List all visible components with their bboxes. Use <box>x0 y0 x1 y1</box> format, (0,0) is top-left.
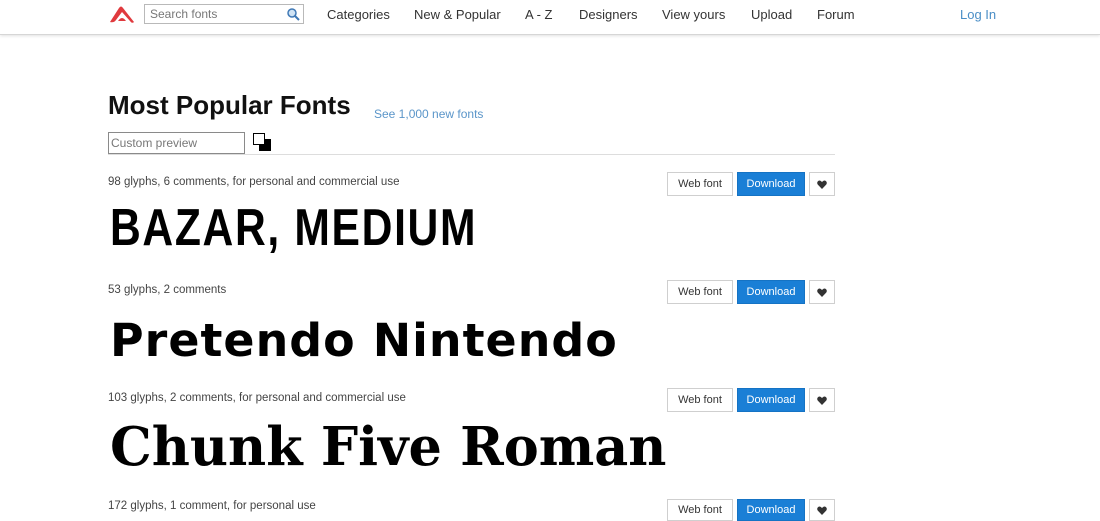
web-font-button[interactable]: Web font <box>667 499 733 521</box>
font-row: 103 glyphs, 2 comments, for personal and… <box>108 388 835 500</box>
heart-icon <box>817 506 827 515</box>
nav-view-yours[interactable]: View yours <box>662 7 725 22</box>
new-fonts-link[interactable]: See 1,000 new fonts <box>374 107 483 121</box>
download-button[interactable]: Download <box>737 172 805 196</box>
favorite-button[interactable] <box>809 172 835 196</box>
web-font-button[interactable]: Web font <box>667 388 733 412</box>
font-sample[interactable]: BAZAR, MEDIUM <box>110 198 477 258</box>
heart-icon <box>817 180 827 189</box>
font-row: 53 glyphs, 2 comments Web font Download … <box>108 280 835 392</box>
color-swap-icon[interactable] <box>253 133 272 152</box>
web-font-button[interactable]: Web font <box>667 172 733 196</box>
nav-upload[interactable]: Upload <box>751 7 792 22</box>
heart-icon <box>817 288 827 297</box>
font-row: 98 glyphs, 6 comments, for personal and … <box>108 172 835 284</box>
logo-icon[interactable] <box>108 4 136 26</box>
favorite-button[interactable] <box>809 388 835 412</box>
search-input[interactable] <box>145 5 286 23</box>
download-button[interactable]: Download <box>737 388 805 412</box>
nav-a-z[interactable]: A - Z <box>525 7 552 22</box>
page-title: Most Popular Fonts <box>108 90 351 120</box>
nav-designers[interactable]: Designers <box>579 7 638 22</box>
nav-categories[interactable]: Categories <box>327 7 390 22</box>
favorite-button[interactable] <box>809 280 835 304</box>
search-icon[interactable] <box>286 7 300 21</box>
nav-forum[interactable]: Forum <box>817 7 855 22</box>
font-meta: 172 glyphs, 1 comment, for personal use <box>108 500 316 512</box>
color-swap-front <box>253 133 265 145</box>
top-navigation-bar: Categories New & Popular A - Z Designers… <box>0 0 1100 35</box>
download-button[interactable]: Download <box>737 499 805 521</box>
favorite-button[interactable] <box>809 499 835 521</box>
search-box <box>144 4 304 24</box>
divider <box>108 154 835 155</box>
download-button[interactable]: Download <box>737 280 805 304</box>
font-meta: 103 glyphs, 2 comments, for personal and… <box>108 392 406 404</box>
web-font-button[interactable]: Web font <box>667 280 733 304</box>
login-link[interactable]: Log In <box>960 7 996 22</box>
custom-preview-input[interactable] <box>108 132 245 154</box>
nav-new-popular[interactable]: New & Popular <box>414 7 501 22</box>
font-sample[interactable]: Pretendo Nintendo <box>110 314 618 367</box>
font-sample[interactable]: Chunk Five Roman <box>110 416 666 478</box>
font-meta: 98 glyphs, 6 comments, for personal and … <box>108 176 400 188</box>
font-meta: 53 glyphs, 2 comments <box>108 284 227 296</box>
heart-icon <box>817 396 827 405</box>
